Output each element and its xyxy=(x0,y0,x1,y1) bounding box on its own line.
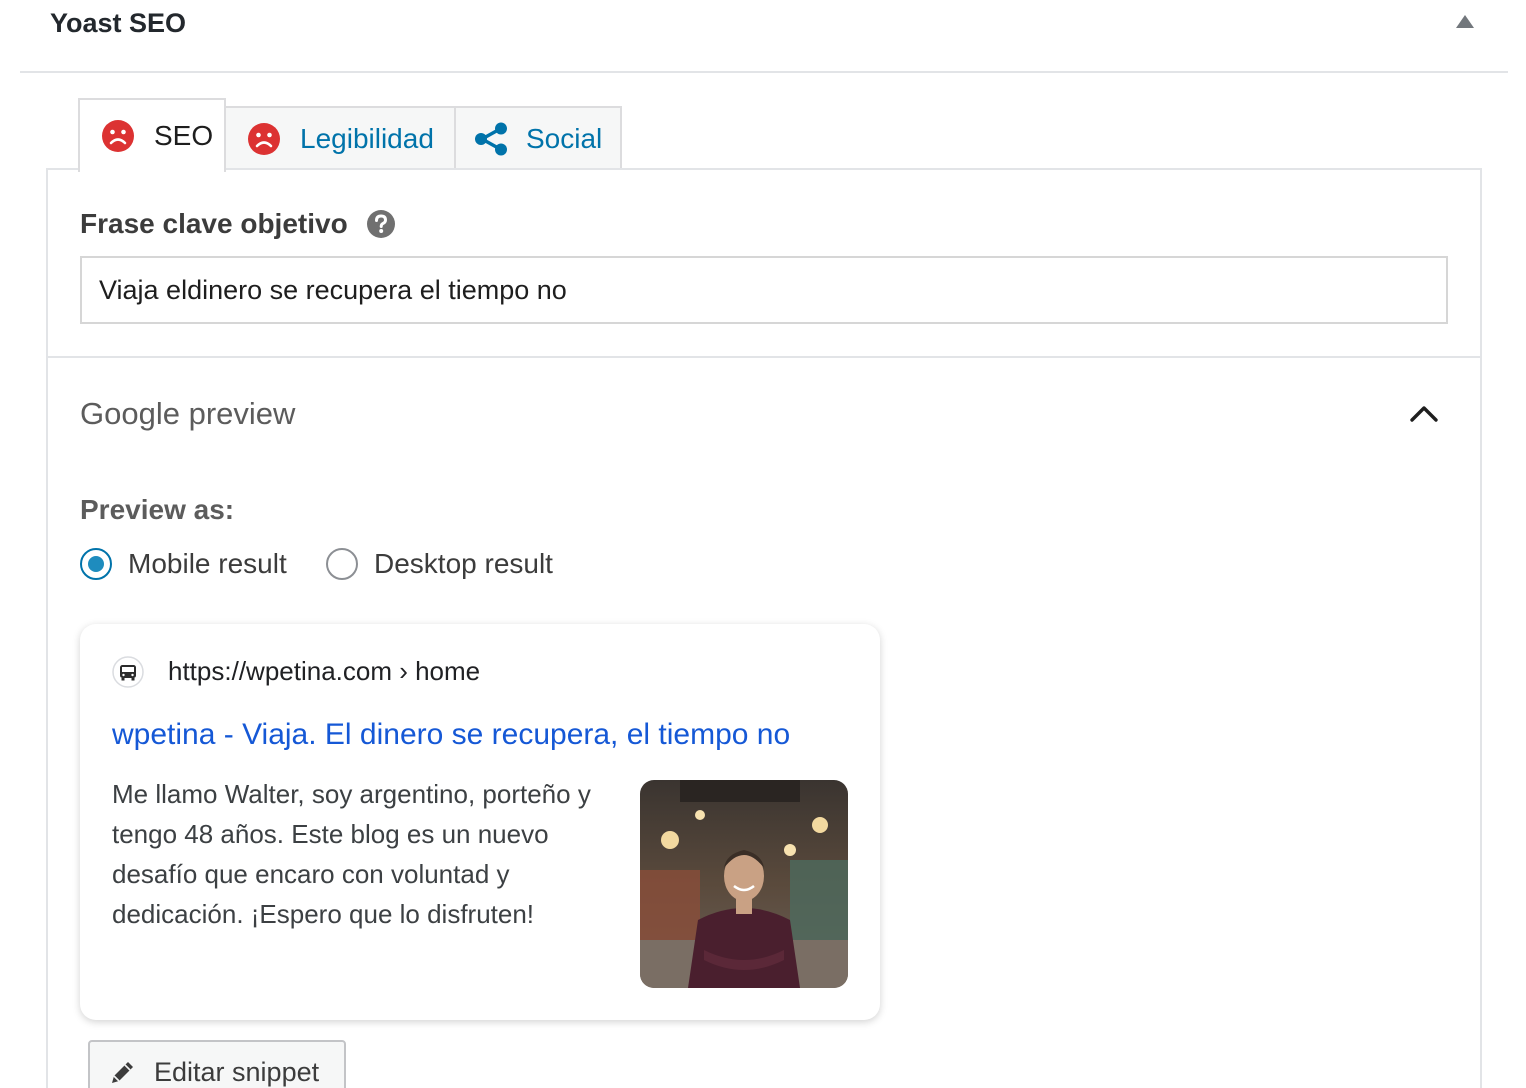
triangle-up-icon xyxy=(1456,14,1474,28)
tab-legibilidad[interactable]: Legibilidad xyxy=(224,106,456,170)
share-icon xyxy=(475,122,507,156)
chevron-up-icon[interactable] xyxy=(1404,398,1444,430)
tab-legibilidad-label: Legibilidad xyxy=(300,123,434,154)
edit-snippet-button[interactable]: Editar snippet xyxy=(88,1040,346,1088)
sad-face-icon xyxy=(102,120,134,152)
section-divider xyxy=(48,356,1480,358)
tab-seo-label: SEO xyxy=(154,120,214,151)
tab-social-label: Social xyxy=(526,123,603,154)
tab-seo[interactable]: SEO xyxy=(78,98,226,172)
radio-dot xyxy=(88,556,104,572)
result-title-link[interactable]: wpetina - Viaja. El dinero se recupera, … xyxy=(112,718,790,752)
radio-unchecked[interactable] xyxy=(326,548,358,580)
desktop-result-radio[interactable]: Desktop result xyxy=(326,548,553,580)
panel-title: Yoast SEO xyxy=(50,8,187,38)
desktop-result-label: Desktop result xyxy=(374,548,553,579)
pencil-icon xyxy=(112,1062,133,1083)
google-result-card: https://wpetina.com › home wpetina - Via… xyxy=(80,624,880,1020)
keyphrase-label-text: Frase clave objetivo xyxy=(80,208,348,239)
edit-snippet-label: Editar snippet xyxy=(154,1056,320,1087)
keyphrase-label: Frase clave objetivo xyxy=(80,208,396,240)
radio-checked[interactable] xyxy=(80,548,112,580)
bus-favicon-icon xyxy=(112,656,144,688)
sad-face-icon xyxy=(248,123,280,155)
mobile-result-radio[interactable]: Mobile result xyxy=(80,548,287,580)
result-url: https://wpetina.com › home xyxy=(168,656,481,686)
panel-collapse-button[interactable] xyxy=(1454,10,1476,32)
mobile-result-label: Mobile result xyxy=(128,548,287,579)
header-divider xyxy=(20,71,1508,73)
result-thumbnail-image xyxy=(640,780,848,988)
result-description: Me llamo Walter, soy argentino, porteño … xyxy=(112,779,591,929)
help-icon[interactable] xyxy=(366,209,396,239)
preview-as-label: Preview as: xyxy=(80,494,235,525)
google-preview-title: Google preview xyxy=(80,396,296,431)
keyphrase-input[interactable] xyxy=(80,256,1448,324)
tab-social[interactable]: Social xyxy=(454,106,622,170)
